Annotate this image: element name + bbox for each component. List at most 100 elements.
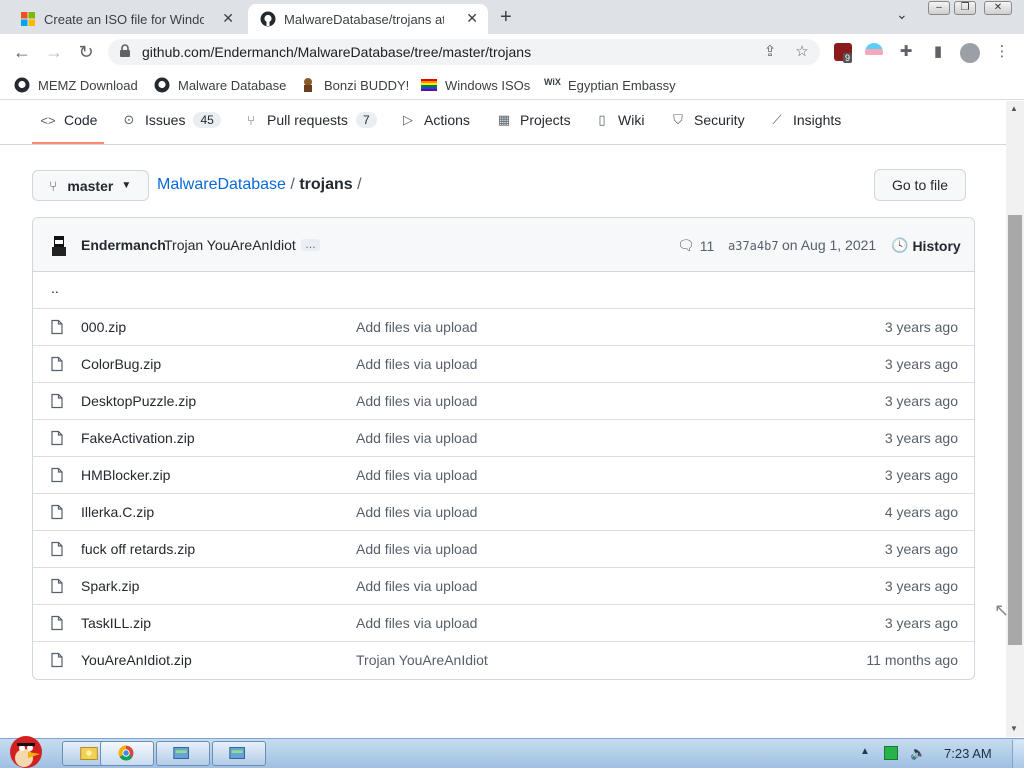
comments-link[interactable]: 🗨 11 xyxy=(677,237,714,254)
tab-create-iso[interactable]: Create an ISO file for Windows ✕ xyxy=(8,4,244,34)
file-name-link[interactable]: 000.zip xyxy=(81,319,126,335)
bookmark-bonzi[interactable]: Bonzi BUDDY! xyxy=(300,77,409,93)
breadcrumb-repo-link[interactable]: MalwareDatabase xyxy=(157,176,286,193)
forward-arrow-icon[interactable]: → xyxy=(42,40,66,64)
file-row[interactable]: HMBlocker.zip Add files via upload 3 years… xyxy=(33,457,974,494)
taskbar-app-button-2[interactable] xyxy=(212,741,266,766)
file-name-link[interactable]: ColorBug.zip xyxy=(81,356,161,372)
bookmark-memz[interactable]: MEMZ Download xyxy=(14,77,138,93)
bookmark-malware-database[interactable]: Malware Database xyxy=(154,77,286,93)
file-row[interactable]: Spark.zip Add files via upload 3 years ago xyxy=(33,568,974,605)
commit-sha-link[interactable]: a37a4b7 xyxy=(728,239,779,253)
profile-avatar-icon[interactable] xyxy=(960,43,980,63)
file-icon xyxy=(51,652,63,668)
rainbow-flag-icon xyxy=(421,79,437,91)
branch-select-button[interactable]: ⑂ master ▼ xyxy=(32,170,149,201)
tab-issues[interactable]: ⊙ Issues 45 xyxy=(121,112,221,128)
tab-projects[interactable]: ▦ Projects xyxy=(496,112,571,128)
file-commit-message-link[interactable]: Add files via upload xyxy=(356,578,477,594)
tab-github-trojans[interactable]: MalwareDatabase/trojans at master ✕ xyxy=(248,4,488,34)
share-icon[interactable]: ⇪ xyxy=(760,42,780,62)
tab-code[interactable]: <> Code xyxy=(40,112,97,128)
bookmark-star-icon[interactable]: ☆ xyxy=(792,42,812,62)
tab-security[interactable]: ⛉ Security xyxy=(670,112,744,128)
show-hidden-icons-arrow-icon[interactable]: ▲ xyxy=(860,746,870,757)
scroll-up-arrow-icon[interactable]: ▲ xyxy=(1010,104,1018,113)
tab-search-chevron-icon[interactable]: ⌄ xyxy=(896,6,908,23)
extensions-puzzle-icon[interactable]: ✚ xyxy=(896,42,916,62)
file-commit-message-link[interactable]: Add files via upload xyxy=(356,356,477,372)
file-row[interactable]: YouAreAnIdiot.zip Trojan YouAreAnIdiot 11 … xyxy=(33,642,974,679)
trans-flag-extension-icon[interactable] xyxy=(865,43,883,61)
file-name-link[interactable]: HMBlocker.zip xyxy=(81,467,170,483)
file-name-link[interactable]: FakeActivation.zip xyxy=(81,430,195,446)
tab-wiki[interactable]: ▯ Wiki xyxy=(594,112,644,128)
close-window-button[interactable]: ✕ xyxy=(984,1,1012,15)
file-row[interactable]: 000.zip Add files via upload 3 years ago xyxy=(33,309,974,346)
reload-icon[interactable]: ↻ xyxy=(74,40,98,64)
file-row[interactable]: TaskILL.zip Add files via upload 3 years a… xyxy=(33,605,974,642)
wix-icon: WiX xyxy=(544,77,561,87)
file-name-link[interactable]: YouAreAnIdiot.zip xyxy=(81,652,192,668)
commit-message-link[interactable]: Trojan YouAreAnIdiot xyxy=(164,237,296,253)
file-age: 3 years ago xyxy=(884,467,958,483)
file-commit-message-link[interactable]: Add files via upload xyxy=(356,319,477,335)
minimize-button[interactable]: – xyxy=(928,1,950,15)
taskbar-app-button[interactable] xyxy=(156,741,210,766)
taskbar-chrome-button[interactable] xyxy=(100,741,154,766)
comment-icon: 🗨 xyxy=(677,237,695,253)
bookmark-egyptian-embassy[interactable]: WiX Egyptian Embassy xyxy=(544,77,676,93)
tab-close-icon[interactable]: ✕ xyxy=(466,10,478,27)
history-link[interactable]: 🕓 History xyxy=(891,237,961,254)
new-tab-button[interactable]: + xyxy=(500,6,512,29)
file-commit-message-link[interactable]: Add files via upload xyxy=(356,504,477,520)
tab-close-icon[interactable]: ✕ xyxy=(222,10,234,27)
file-name-link[interactable]: DesktopPuzzle.zip xyxy=(81,393,196,409)
back-arrow-icon[interactable]: ← xyxy=(10,40,34,64)
volume-tray-icon[interactable]: 🔈 xyxy=(910,745,926,761)
kebab-menu-icon[interactable]: ⋮ xyxy=(992,42,1012,62)
taskbar-clock[interactable]: 7:23 AM xyxy=(944,746,992,761)
tab-actions[interactable]: ▷ Actions xyxy=(400,112,470,128)
bonzi-icon xyxy=(304,78,312,92)
tab-label: Projects xyxy=(520,112,571,128)
file-row[interactable]: ColorBug.zip Add files via upload 3 years … xyxy=(33,346,974,383)
url-text[interactable]: github.com/Endermanch/MalwareDatabase/tr… xyxy=(142,44,531,60)
file-list: Endermanch Trojan YouAreAnIdiot … 🗨 11 a… xyxy=(32,217,975,680)
file-name-link[interactable]: fuck off retards.zip xyxy=(81,541,195,557)
file-row[interactable]: fuck off retards.zip Add files via upload… xyxy=(33,531,974,568)
parent-directory-row[interactable]: .. xyxy=(33,272,974,309)
mouse-cursor-icon: ↖ xyxy=(994,600,1010,620)
start-button-angry-bird-icon[interactable] xyxy=(0,730,48,768)
tab-insights[interactable]: ⟋ Insights xyxy=(769,112,841,128)
file-commit-message-link[interactable]: Add files via upload xyxy=(356,615,477,631)
scrollbar-thumb[interactable] xyxy=(1008,215,1022,645)
bookmark-windows-isos[interactable]: Windows ISOs xyxy=(421,77,530,93)
parent-directory-link[interactable]: .. xyxy=(51,280,59,296)
file-commit-message-link[interactable]: Add files via upload xyxy=(356,467,477,483)
file-row[interactable]: FakeActivation.zip Add files via upload 3 … xyxy=(33,420,974,457)
table-icon: ▦ xyxy=(497,112,511,127)
file-row[interactable]: DesktopPuzzle.zip Add files via upload 3 y… xyxy=(33,383,974,420)
tab-label: Actions xyxy=(424,112,470,128)
file-name-link[interactable]: Illerka.C.zip xyxy=(81,504,154,520)
lock-icon[interactable] xyxy=(118,44,132,58)
scroll-down-arrow-icon[interactable]: ▼ xyxy=(1010,724,1018,733)
go-to-file-button[interactable]: Go to file xyxy=(874,169,966,201)
file-name-link[interactable]: Spark.zip xyxy=(81,578,139,594)
file-commit-message-link[interactable]: Trojan YouAreAnIdiot xyxy=(356,652,488,668)
file-commit-message-link[interactable]: Add files via upload xyxy=(356,541,477,557)
tab-pull-requests[interactable]: ⑂ Pull requests 7 xyxy=(243,112,377,128)
file-name-link[interactable]: TaskILL.zip xyxy=(81,615,151,631)
file-commit-message-link[interactable]: Add files via upload xyxy=(356,430,477,446)
commit-expand-button[interactable]: … xyxy=(301,239,320,251)
network-tray-icon[interactable] xyxy=(884,746,898,760)
play-icon: ▷ xyxy=(403,112,413,127)
commit-author-link[interactable]: Endermanch xyxy=(81,237,166,253)
show-desktop-button[interactable] xyxy=(1012,740,1024,768)
author-avatar[interactable] xyxy=(49,235,69,257)
file-row[interactable]: Illerka.C.zip Add files via upload 4 years… xyxy=(33,494,974,531)
side-panel-icon[interactable]: ▮ xyxy=(928,42,948,62)
restore-button[interactable]: ❐ xyxy=(954,1,976,15)
file-commit-message-link[interactable]: Add files via upload xyxy=(356,393,477,409)
